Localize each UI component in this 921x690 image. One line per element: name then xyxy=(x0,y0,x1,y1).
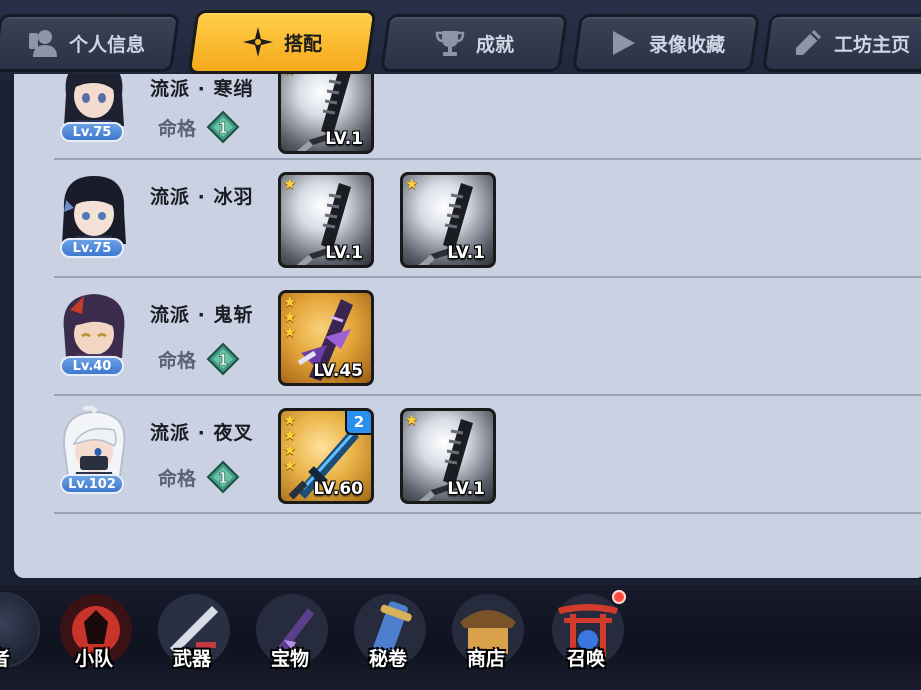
trophy-icon xyxy=(435,31,465,56)
profile-icon xyxy=(28,30,57,57)
weapon-level: LV.45 xyxy=(313,361,363,381)
bottom-dock: 者 小队 武器 宝物 秘卷 xyxy=(0,588,921,690)
star-rating: ★ xyxy=(405,177,420,192)
loadout-list: Lv.75 流派 · 寒绡 命格 1 ★ xyxy=(14,74,921,514)
refine-badge: 2 xyxy=(345,411,371,435)
star-icon: ★ xyxy=(283,175,297,193)
dock-label: 商店 xyxy=(466,648,505,670)
star-rating: ★ xyxy=(283,74,298,78)
weapon-slot[interactable]: 2 ★ ★ ★ ★ LV.60 xyxy=(278,408,374,504)
school-name: 流派 · 冰羽 xyxy=(150,186,254,208)
loadout-row: Lv.102 流派 · 夜叉 命格 1 2 ★ ★ ★ ★ LV.60 ★ LV… xyxy=(54,396,921,514)
fate-badge-icon[interactable]: 1 xyxy=(206,342,240,376)
dock-weapons[interactable]: 武器 xyxy=(146,588,238,688)
weapon-slot[interactable]: ★ LV.1 xyxy=(400,408,496,504)
weapon-level: LV.1 xyxy=(447,243,485,263)
dock-ninja[interactable]: 者 xyxy=(0,588,46,688)
character-avatar[interactable]: Lv.75 xyxy=(54,74,134,142)
tab-label: 录像收藏 xyxy=(648,33,725,56)
character-avatar[interactable]: Lv.75 xyxy=(54,170,134,258)
dock-label: 召唤 xyxy=(566,648,605,670)
tab-label: 成就 xyxy=(475,33,514,56)
dock-shop[interactable]: 商店 xyxy=(440,588,532,688)
weapon-slot[interactable]: ★ ★ ★ LV.45 xyxy=(278,290,374,386)
dock-squad[interactable]: 小队 xyxy=(48,588,140,688)
loadout-row: Lv.40 流派 · 鬼斩 命格 1 ★ ★ ★ LV.45 xyxy=(54,278,921,396)
level-badge: Lv.40 xyxy=(60,356,124,376)
weapon-level: LV.1 xyxy=(325,243,363,263)
dock-label: 武器 xyxy=(172,648,211,670)
star-icon: ★ xyxy=(283,74,298,78)
weapon-level: LV.1 xyxy=(325,129,363,149)
loadout-row: Lv.75 流派 · 寒绡 命格 1 ★ xyxy=(54,74,921,160)
weapon-level: LV.1 xyxy=(447,479,485,499)
tab-profile[interactable]: 个人信息 xyxy=(0,14,181,72)
star-icon: ★ xyxy=(405,175,419,193)
weapon-slot[interactable]: ★ LV.1 xyxy=(278,74,374,154)
dock-label: 秘卷 xyxy=(368,648,407,670)
fate-value: 1 xyxy=(218,119,228,137)
pencil-icon xyxy=(795,30,821,55)
tab-label: 搭配 xyxy=(283,32,322,55)
tab-bar: 个人信息 搭配 成就 录像收藏 工坊主页 xyxy=(0,8,921,74)
tab-replays[interactable]: 录像收藏 xyxy=(571,14,761,72)
star-icon: ★ xyxy=(283,456,297,474)
tab-achievements[interactable]: 成就 xyxy=(379,14,569,72)
school-name: 流派 · 夜叉 xyxy=(150,422,254,444)
fate-badge-icon[interactable]: 1 xyxy=(206,110,240,144)
tab-workshop[interactable]: 工坊主页 xyxy=(761,14,921,72)
star-rating: ★ ★ ★ xyxy=(283,295,298,340)
shuriken-icon xyxy=(242,27,273,57)
fate-info: 命格 1 xyxy=(158,110,240,144)
fate-label: 命格 xyxy=(158,117,197,140)
loadout-panel[interactable]: Lv.75 流派 · 寒绡 命格 1 ★ xyxy=(10,74,921,582)
weapon-slot[interactable]: ★ LV.1 xyxy=(400,172,496,268)
fate-value: 1 xyxy=(218,351,228,369)
tab-label: 个人信息 xyxy=(68,33,145,56)
fate-value: 1 xyxy=(218,469,228,487)
level-badge: Lv.75 xyxy=(60,238,124,258)
star-rating: ★ xyxy=(283,177,298,192)
fate-label: 命格 xyxy=(158,349,197,372)
notification-dot xyxy=(612,590,626,604)
loadout-row: Lv.75 流派 · 冰羽 ★ LV.1 ★ LV.1 xyxy=(54,160,921,278)
play-icon xyxy=(612,31,635,55)
dock-label: 小队 xyxy=(74,648,113,670)
school-name: 流派 · 寒绡 xyxy=(150,78,254,100)
tab-label: 工坊主页 xyxy=(833,33,910,56)
level-badge: Lv.75 xyxy=(60,122,124,142)
weapon-level: LV.60 xyxy=(313,479,363,499)
level-badge: Lv.102 xyxy=(60,474,124,494)
fate-info: 命格 1 xyxy=(158,342,240,376)
dock-treasure[interactable]: 宝物 xyxy=(244,588,336,688)
star-rating: ★ ★ ★ ★ xyxy=(283,413,298,473)
star-icon: ★ xyxy=(405,411,419,429)
fate-info: 命格 1 xyxy=(158,460,240,494)
character-avatar[interactable]: Lv.40 xyxy=(54,288,134,376)
weapon-slot[interactable]: ★ LV.1 xyxy=(278,172,374,268)
tab-loadout[interactable]: 搭配 xyxy=(187,10,377,74)
dock-scrolls[interactable]: 秘卷 xyxy=(342,588,434,688)
dock-label: 宝物 xyxy=(270,648,309,670)
fate-badge-icon[interactable]: 1 xyxy=(206,460,240,494)
fate-label: 命格 xyxy=(158,467,197,490)
character-avatar[interactable]: Lv.102 xyxy=(54,404,134,494)
dock-label: 者 xyxy=(0,644,46,671)
school-name: 流派 · 鬼斩 xyxy=(150,304,254,326)
star-rating: ★ xyxy=(405,413,420,428)
star-icon: ★ xyxy=(283,323,297,341)
dock-summon[interactable]: 召唤 xyxy=(540,588,632,688)
